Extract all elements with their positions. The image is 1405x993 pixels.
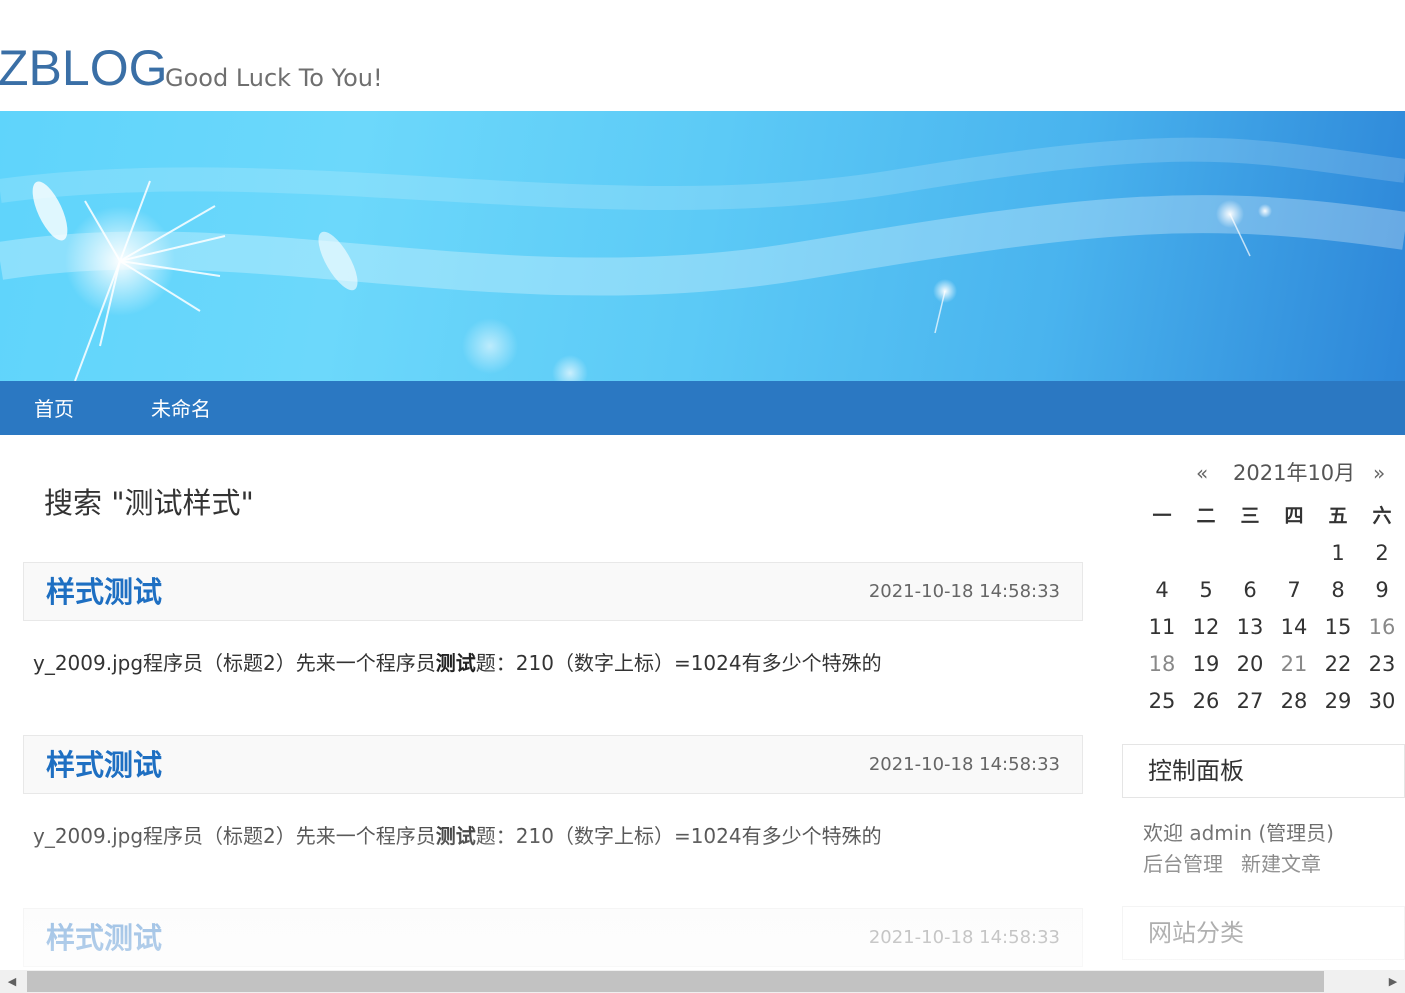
horizontal-scrollbar[interactable]: ◀ ▶ [0, 970, 1405, 993]
calendar-weekday: 五 [1328, 505, 1348, 527]
search-highlight: 测试 [435, 824, 476, 848]
post-header: 样式测试 2021-10-18 14:58:33 [23, 735, 1083, 794]
main-nav: 首页 未命名 [0, 381, 1405, 435]
calendar-day: 8 [1331, 578, 1345, 602]
calendar-day: 23 [1368, 652, 1396, 676]
calendar-month-title: 2021年10月 [1233, 461, 1356, 485]
search-highlight: 测试 [435, 651, 476, 675]
calendar-day: 30 [1368, 689, 1396, 713]
calendar-day: 12 [1192, 615, 1220, 639]
calendar-day: 7 [1287, 578, 1301, 602]
calendar-day: 19 [1192, 652, 1220, 676]
calendar-day: 2 [1375, 541, 1389, 565]
post-excerpt: y_2009.jpg程序员（标题2）先来一个程序员测试题：210（数字上标）=1… [33, 651, 882, 675]
search-results-heading: 搜索 "测试样式" [44, 486, 254, 520]
calendar-day: 27 [1236, 689, 1264, 713]
calendar-day: 1 [1331, 541, 1345, 565]
nav-item-unnamed[interactable]: 未命名 [151, 381, 211, 435]
post-title-link[interactable]: 样式测试 [46, 573, 162, 611]
calendar-day: 15 [1324, 615, 1352, 639]
post-title-link[interactable]: 样式测试 [46, 746, 162, 784]
post-date: 2021-10-18 14:58:33 [868, 927, 1060, 948]
calendar-next-month-link[interactable]: » [1373, 461, 1385, 485]
site-subtitle: Good Luck To You! [165, 64, 383, 92]
calendar-day: 11 [1148, 615, 1176, 639]
new-post-link[interactable]: 新建文章 [1241, 850, 1321, 878]
calendar-weekday: 二 [1196, 505, 1216, 527]
calendar-day: 20 [1236, 652, 1264, 676]
post-date: 2021-10-18 14:58:33 [868, 754, 1060, 775]
calendar-day: 25 [1148, 689, 1176, 713]
control-panel-title: 控制面板 [1148, 757, 1244, 785]
calendar-prev-month-link[interactable]: « [1196, 461, 1208, 485]
header-banner-image [0, 111, 1405, 381]
post-title-link[interactable]: 样式测试 [46, 919, 162, 957]
calendar-weekday: 三 [1240, 505, 1260, 527]
site-title-link[interactable]: ZBLOG [0, 38, 167, 98]
categories-title: 网站分类 [1148, 919, 1244, 947]
calendar-weekday: 一 [1152, 505, 1172, 527]
calendar-day: 13 [1236, 615, 1264, 639]
site-header: ZBLOG Good Luck To You! [0, 0, 1405, 111]
calendar-day: 26 [1192, 689, 1220, 713]
calendar-day: 4 [1155, 578, 1169, 602]
post-date: 2021-10-18 14:58:33 [868, 581, 1060, 602]
calendar-weekday: 六 [1372, 505, 1392, 527]
calendar-day: 29 [1324, 689, 1352, 713]
calendar-day: 14 [1280, 615, 1308, 639]
categories-header: 网站分类 [1122, 906, 1405, 960]
calendar-day: 22 [1324, 652, 1352, 676]
calendar-day: 18 [1148, 652, 1176, 676]
scroll-left-icon[interactable]: ◀ [0, 970, 24, 993]
control-panel-header: 控制面板 [1122, 744, 1405, 798]
calendar-day: 9 [1375, 578, 1389, 602]
admin-panel-link[interactable]: 后台管理 [1143, 850, 1223, 878]
post-header: 样式测试 2021-10-18 14:58:33 [23, 562, 1083, 621]
calendar-day: 28 [1280, 689, 1308, 713]
calendar-day: 5 [1199, 578, 1213, 602]
calendar-day: 6 [1243, 578, 1257, 602]
calendar-weekday: 四 [1284, 505, 1304, 527]
post-excerpt: y_2009.jpg程序员（标题2）先来一个程序员测试题：210（数字上标）=1… [33, 824, 882, 848]
calendar-day: 21 [1280, 652, 1308, 676]
scroll-right-icon[interactable]: ▶ [1381, 970, 1405, 993]
post-header: 样式测试 2021-10-18 14:58:33 [23, 908, 1083, 967]
calendar-day: 16 [1368, 615, 1396, 639]
scrollbar-thumb[interactable] [27, 971, 1324, 992]
welcome-text: 欢迎 admin (管理员) [1143, 821, 1334, 845]
nav-item-home[interactable]: 首页 [34, 381, 74, 435]
